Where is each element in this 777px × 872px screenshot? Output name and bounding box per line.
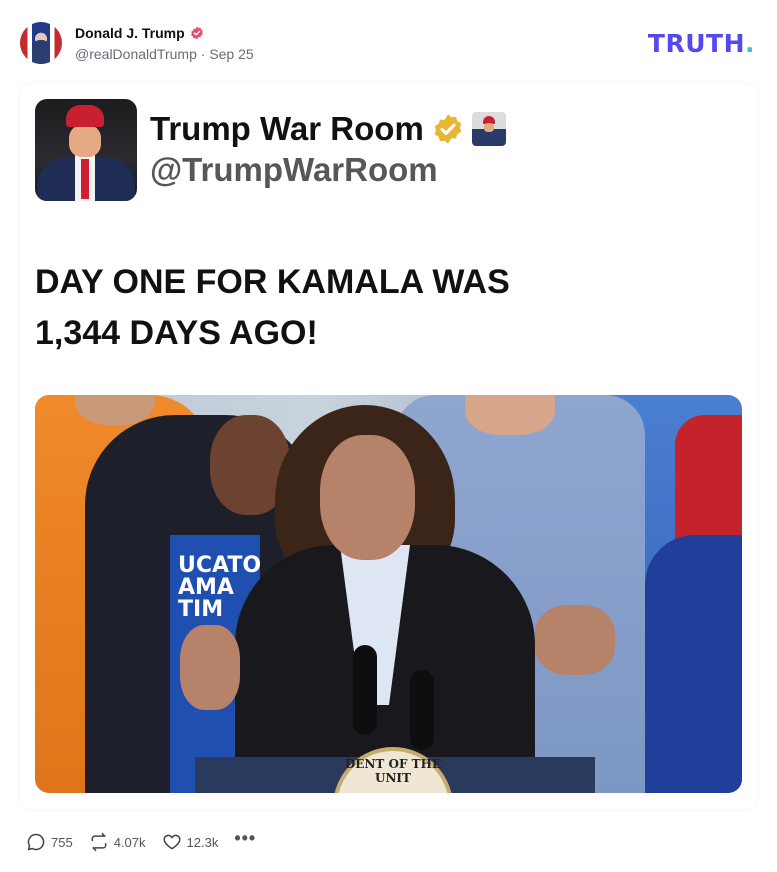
post-actions: 755 4.07k 12.3k ••• <box>26 828 272 854</box>
post-date[interactable]: Sep 25 <box>209 46 253 62</box>
gold-verified-icon <box>434 114 462 144</box>
verified-badge-icon <box>190 26 203 39</box>
seal-text: DENT OF THE UNIT <box>344 757 442 785</box>
more-icon[interactable]: ••• <box>234 828 256 849</box>
author-block: Donald J. Trump @realDonaldTrump · Sep 2… <box>75 25 254 62</box>
post-header: Donald J. Trump @realDonaldTrump · Sep 2… <box>20 20 757 66</box>
reply-icon <box>27 833 45 851</box>
reply-button[interactable]: 755 <box>26 832 73 852</box>
logo-text: TRUTH <box>647 29 745 58</box>
author-name[interactable]: Donald J. Trump <box>75 25 185 41</box>
embed-mini-avatar <box>471 112 506 146</box>
embed-handle: @TrumpWarRoom <box>150 151 438 188</box>
separator: · <box>200 45 206 62</box>
embed-display-name-row: Trump War Room <box>150 110 506 148</box>
retruth-button[interactable]: 4.07k <box>89 832 146 852</box>
headline-line-2: 1,344 DAYS AGO! <box>35 314 318 352</box>
embed-photo: UCATO AMA TIM DENT OF THE UNIT <box>35 395 742 793</box>
embed-avatar <box>35 99 137 201</box>
author-handle[interactable]: @realDonaldTrump <box>75 46 197 62</box>
author-name-row: Donald J. Trump <box>75 25 254 41</box>
like-button[interactable]: 12.3k <box>162 832 219 852</box>
heart-icon <box>163 834 181 850</box>
retruth-count: 4.07k <box>113 834 146 850</box>
like-count: 12.3k <box>186 834 219 850</box>
headline-line-1: DAY ONE FOR KAMALA WAS <box>35 263 510 301</box>
handle-row: @realDonaldTrump · Sep 25 <box>75 46 254 62</box>
author-avatar[interactable] <box>20 22 62 64</box>
logo-dot: . <box>745 29 755 58</box>
reply-count: 755 <box>51 834 73 850</box>
embed-display-name: Trump War Room <box>150 110 424 147</box>
post-media-card[interactable]: Trump War Room @TrumpWarRoom DAY ONE FOR… <box>20 84 757 809</box>
retruth-icon <box>91 832 107 852</box>
truth-logo[interactable]: TRUTH. <box>648 29 755 58</box>
embed-headline: DAY ONE FOR KAMALA WAS 1,344 DAYS AGO! <box>35 257 655 359</box>
